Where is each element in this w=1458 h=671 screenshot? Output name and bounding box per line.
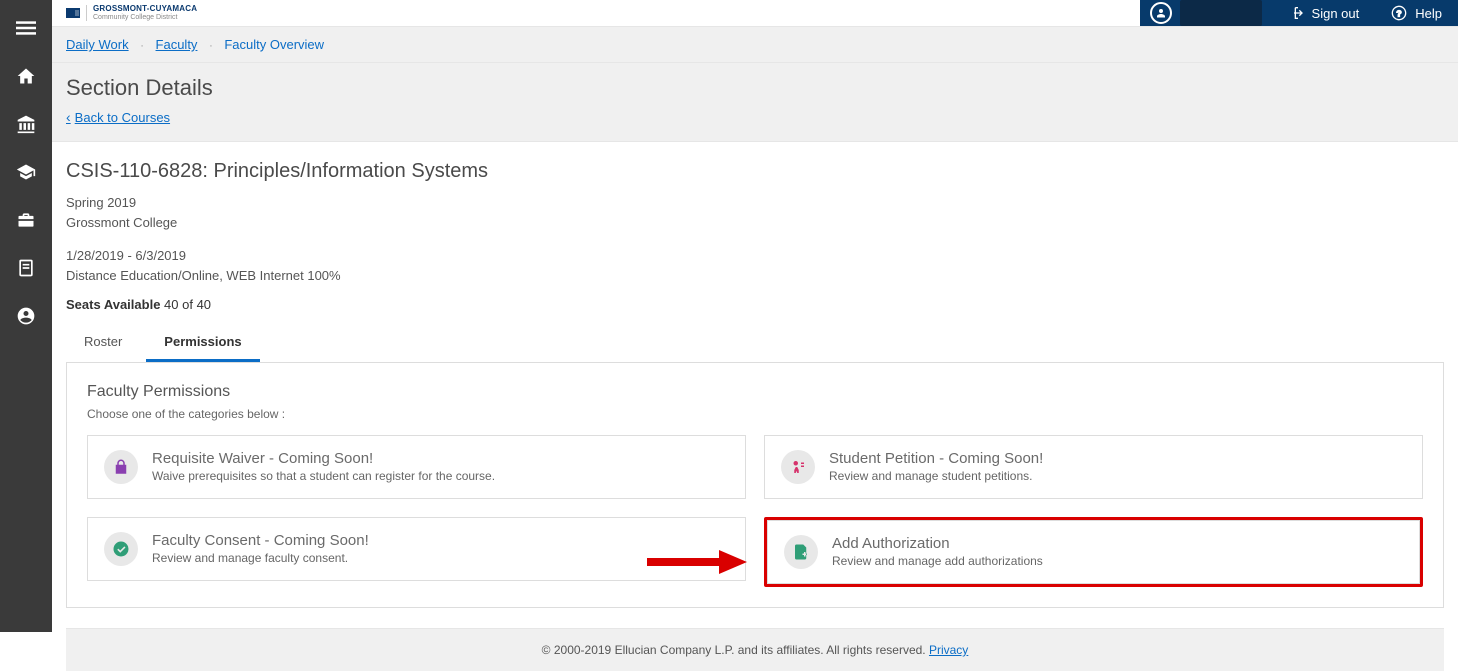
back-to-courses-link[interactable]: ‹ Back to Courses <box>66 109 170 125</box>
card-add-authorization[interactable]: Add Authorization Review and manage add … <box>767 520 1420 584</box>
lock-icon <box>104 450 138 484</box>
brand-title: GROSSMONT-CUYAMACA <box>93 5 197 14</box>
home-icon[interactable] <box>16 66 36 86</box>
seats-label: Seats Available <box>66 297 160 312</box>
student-icon <box>781 450 815 484</box>
card-student-petition[interactable]: Student Petition - Coming Soon! Review a… <box>764 435 1423 499</box>
breadcrumb-faculty[interactable]: Faculty <box>156 37 198 52</box>
avatar-icon <box>1150 2 1172 24</box>
arrow-annotation <box>647 550 747 577</box>
document-plus-icon <box>784 535 818 569</box>
breadcrumb: Daily Work · Faculty · Faculty Overview <box>52 26 1458 63</box>
card-title: Student Petition - Coming Soon! <box>829 450 1043 467</box>
institution-icon[interactable] <box>16 114 36 134</box>
card-desc: Review and manage student petitions. <box>829 469 1043 483</box>
copyright: © 2000-2019 Ellucian Company L.P. and it… <box>542 643 926 657</box>
tab-roster[interactable]: Roster <box>66 324 140 362</box>
consent-icon <box>104 532 138 566</box>
menu-icon[interactable] <box>16 18 36 38</box>
user-menu[interactable] <box>1140 0 1272 26</box>
user-name-box <box>1180 0 1262 26</box>
tabs: Roster Permissions <box>66 324 1444 363</box>
sign-out-button[interactable]: Sign out <box>1272 0 1376 26</box>
footer: © 2000-2019 Ellucian Company L.P. and it… <box>66 628 1444 671</box>
college-label: Grossmont College <box>66 213 1444 233</box>
help-button[interactable]: ? Help <box>1375 0 1458 26</box>
help-label: Help <box>1415 6 1442 21</box>
tab-permissions[interactable]: Permissions <box>146 324 259 362</box>
modality-label: Distance Education/Online, WEB Internet … <box>66 266 1444 286</box>
card-requisite-waiver[interactable]: Requisite Waiver - Coming Soon! Waive pr… <box>87 435 746 499</box>
sign-out-label: Sign out <box>1312 6 1360 21</box>
breadcrumb-sep: · <box>209 40 213 52</box>
dates-label: 1/28/2019 - 6/3/2019 <box>66 246 1444 266</box>
logo-mark <box>66 8 80 18</box>
panel-hint: Choose one of the categories below : <box>87 407 1423 421</box>
card-title: Faculty Consent - Coming Soon! <box>152 532 369 549</box>
side-nav <box>0 0 52 632</box>
card-title: Add Authorization <box>832 535 1043 552</box>
term-label: Spring 2019 <box>66 193 1444 213</box>
brand-logo: GROSSMONT-CUYAMACA Community College Dis… <box>66 5 197 21</box>
help-icon: ? <box>1391 5 1407 21</box>
sign-out-icon <box>1288 5 1304 21</box>
chevron-left-icon: ‹ <box>66 109 71 125</box>
sub-header: Section Details ‹ Back to Courses <box>52 63 1458 142</box>
card-title: Requisite Waiver - Coming Soon! <box>152 450 495 467</box>
privacy-link[interactable]: Privacy <box>929 643 968 657</box>
top-bar: GROSSMONT-CUYAMACA Community College Dis… <box>52 0 1458 26</box>
highlight-annotation: Add Authorization Review and manage add … <box>764 517 1423 587</box>
svg-text:?: ? <box>1397 8 1402 18</box>
breadcrumb-sep: · <box>140 40 144 52</box>
page-title: Section Details <box>66 75 1444 101</box>
panel-heading: Faculty Permissions <box>87 383 1423 401</box>
back-label: Back to Courses <box>75 110 170 125</box>
course-title: CSIS-110-6828: Principles/Information Sy… <box>66 160 1444 183</box>
seats-value: 40 of 40 <box>164 297 211 312</box>
breadcrumb-daily-work[interactable]: Daily Work <box>66 37 129 52</box>
card-desc: Review and manage add authorizations <box>832 554 1043 568</box>
book-icon[interactable] <box>16 258 36 278</box>
user-circle-icon[interactable] <box>16 306 36 326</box>
permissions-panel: Faculty Permissions Choose one of the ca… <box>66 363 1444 608</box>
card-desc: Waive prerequisites so that a student ca… <box>152 469 495 483</box>
graduation-icon[interactable] <box>16 162 36 182</box>
briefcase-icon[interactable] <box>16 210 36 230</box>
brand-subtitle: Community College District <box>93 14 197 22</box>
breadcrumb-current: Faculty Overview <box>224 37 324 52</box>
seats-available: Seats Available 40 of 40 <box>66 297 1444 312</box>
card-desc: Review and manage faculty consent. <box>152 551 369 565</box>
